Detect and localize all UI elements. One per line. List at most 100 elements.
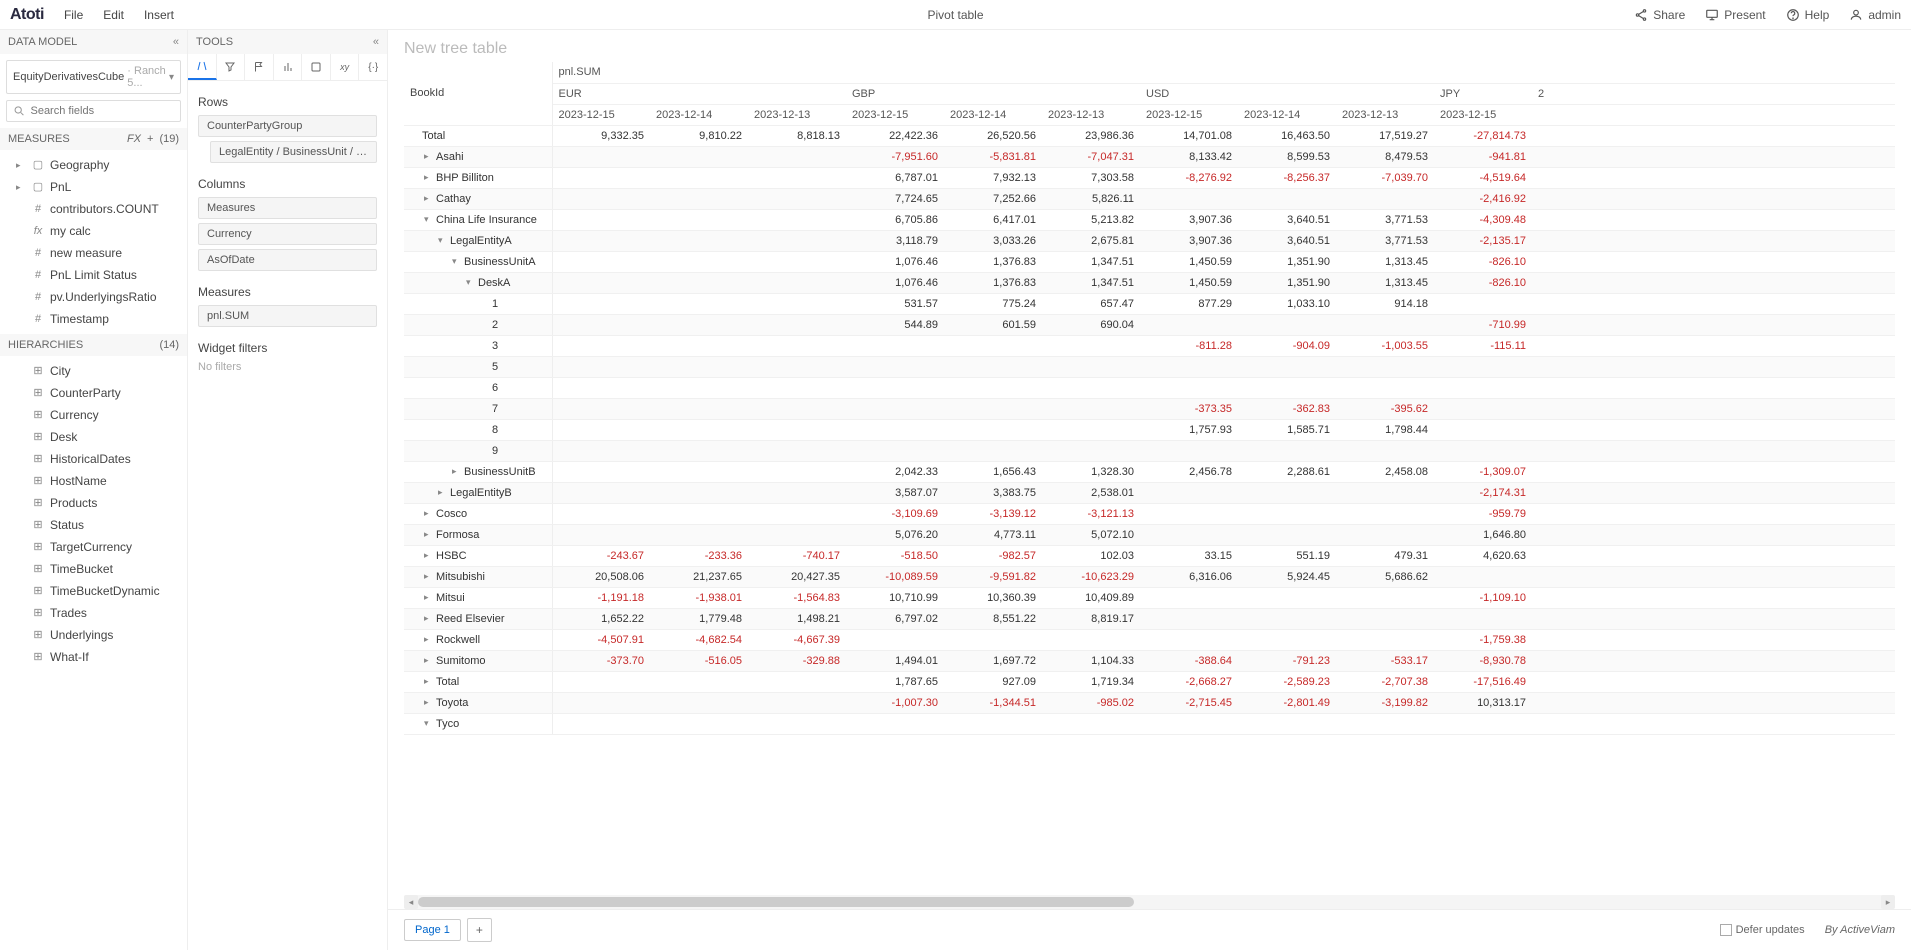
hierarchy-item[interactable]: ⊞What-If (0, 646, 187, 668)
cell-value[interactable]: 1,719.34 (1042, 671, 1140, 692)
cell-value[interactable] (748, 272, 846, 293)
tool-parens-icon[interactable]: {·} (359, 54, 387, 80)
cell-value[interactable]: -2,135.17 (1434, 230, 1532, 251)
cell-value[interactable] (650, 524, 748, 545)
scroll-right-icon[interactable]: ▸ (1881, 895, 1895, 909)
table-row[interactable]: ▸Formosa5,076.204,773.115,072.101,646.80 (404, 524, 1895, 545)
cell-value[interactable]: 5,213.82 (1042, 209, 1140, 230)
cell-value[interactable]: 5,072.10 (1042, 524, 1140, 545)
cell-value[interactable]: 33.15 (1140, 545, 1238, 566)
cell-value[interactable] (1042, 377, 1140, 398)
columns-chip-1[interactable]: Currency (198, 223, 377, 245)
cell-value[interactable] (846, 440, 944, 461)
cell-value[interactable]: -1,007.30 (846, 692, 944, 713)
cell-value[interactable]: 657.47 (1042, 293, 1140, 314)
cell-value[interactable] (748, 167, 846, 188)
cell-value[interactable] (748, 398, 846, 419)
cell-value[interactable] (944, 356, 1042, 377)
cell-value[interactable]: 2,538.01 (1042, 482, 1140, 503)
caret-icon[interactable]: ▸ (424, 151, 432, 162)
defer-updates-toggle[interactable]: Defer updates (1720, 924, 1805, 936)
cell-value[interactable]: 10,710.99 (846, 587, 944, 608)
cell-value[interactable]: 1,347.51 (1042, 272, 1140, 293)
cell-value[interactable] (552, 419, 650, 440)
cell-value[interactable] (846, 713, 944, 734)
cell-value[interactable] (1238, 587, 1336, 608)
cell-value[interactable]: 1,656.43 (944, 461, 1042, 482)
table-row[interactable]: ▸Cosco-3,109.69-3,139.12-3,121.13-959.79 (404, 503, 1895, 524)
cell-value[interactable] (552, 230, 650, 251)
cell-value[interactable]: 23,986.36 (1042, 125, 1140, 146)
cell-value[interactable] (552, 356, 650, 377)
cell-value[interactable]: 9,810.22 (650, 125, 748, 146)
cell-value[interactable] (650, 251, 748, 272)
date-header[interactable]: 2023-12-15 (1434, 104, 1532, 125)
cell-value[interactable]: 1,351.90 (1238, 272, 1336, 293)
cell-value[interactable] (1140, 314, 1238, 335)
cell-value[interactable] (1336, 377, 1434, 398)
cell-value[interactable] (650, 335, 748, 356)
cell-value[interactable] (1434, 356, 1532, 377)
caret-icon[interactable]: ▸ (424, 508, 432, 519)
table-row[interactable]: ▸Mitsui-1,191.18-1,938.01-1,564.8310,710… (404, 587, 1895, 608)
cell-value[interactable] (1336, 314, 1434, 335)
cell-value[interactable] (944, 377, 1042, 398)
caret-icon[interactable]: ▾ (424, 214, 432, 225)
table-row[interactable]: ▸Sumitomo-373.70-516.05-329.881,494.011,… (404, 650, 1895, 671)
cell-value[interactable]: -27,814.73 (1434, 125, 1532, 146)
cell-value[interactable]: 5,686.62 (1336, 566, 1434, 587)
cell-value[interactable]: -941.81 (1434, 146, 1532, 167)
cell-value[interactable]: -2,174.31 (1434, 482, 1532, 503)
cell-value[interactable]: -395.62 (1336, 398, 1434, 419)
cell-value[interactable] (552, 314, 650, 335)
table-row[interactable]: 1531.57775.24657.47877.291,033.10914.18 (404, 293, 1895, 314)
cell-value[interactable] (1140, 587, 1238, 608)
caret-icon[interactable]: ▸ (424, 193, 432, 204)
cell-value[interactable]: -2,715.45 (1140, 692, 1238, 713)
table-row[interactable]: 5 (404, 356, 1895, 377)
cell-value[interactable]: 5,924.45 (1238, 566, 1336, 587)
tool-flag-icon[interactable] (245, 54, 274, 80)
cell-value[interactable] (1140, 188, 1238, 209)
cell-value[interactable]: 1,798.44 (1336, 419, 1434, 440)
cell-value[interactable]: 7,724.65 (846, 188, 944, 209)
cell-value[interactable]: 1,450.59 (1140, 251, 1238, 272)
cell-value[interactable]: 3,907.36 (1140, 230, 1238, 251)
cell-value[interactable] (748, 146, 846, 167)
cell-value[interactable]: 1,646.80 (1434, 524, 1532, 545)
cell-value[interactable] (1140, 356, 1238, 377)
cell-value[interactable] (1042, 356, 1140, 377)
caret-icon[interactable]: ▾ (466, 277, 474, 288)
tool-brackets-icon[interactable] (302, 54, 331, 80)
measure-item[interactable]: #new measure (0, 242, 187, 264)
measures-chip-0[interactable]: pnl.SUM (198, 305, 377, 327)
measure-header[interactable]: pnl.SUM (552, 62, 1895, 83)
cell-value[interactable]: -1,191.18 (552, 587, 650, 608)
cell-value[interactable]: 6,797.02 (846, 608, 944, 629)
cell-value[interactable]: 8,551.22 (944, 608, 1042, 629)
cell-value[interactable] (1336, 188, 1434, 209)
cell-value[interactable]: 1,779.48 (650, 608, 748, 629)
cell-value[interactable]: 1,652.22 (552, 608, 650, 629)
cell-value[interactable] (650, 146, 748, 167)
cell-value[interactable] (748, 356, 846, 377)
cell-value[interactable]: -1,759.38 (1434, 629, 1532, 650)
cell-value[interactable] (650, 272, 748, 293)
cell-value[interactable] (552, 692, 650, 713)
cell-value[interactable] (1336, 713, 1434, 734)
cell-value[interactable] (650, 419, 748, 440)
cell-value[interactable]: -8,256.37 (1238, 167, 1336, 188)
table-row[interactable]: ▸BusinessUnitB2,042.331,656.431,328.302,… (404, 461, 1895, 482)
cell-value[interactable]: 1,328.30 (1042, 461, 1140, 482)
page-tab-1[interactable]: Page 1 (404, 919, 461, 941)
cell-value[interactable] (650, 398, 748, 419)
date-header[interactable]: 2023-12-14 (1238, 104, 1336, 125)
cell-value[interactable] (1336, 356, 1434, 377)
cell-value[interactable]: 17,519.27 (1336, 125, 1434, 146)
cell-value[interactable]: -740.17 (748, 545, 846, 566)
cell-value[interactable] (1238, 503, 1336, 524)
table-row[interactable]: ▾Tyco (404, 713, 1895, 734)
cell-value[interactable]: -826.10 (1434, 251, 1532, 272)
cell-value[interactable] (748, 335, 846, 356)
date-header[interactable]: 2023-12-15 (846, 104, 944, 125)
